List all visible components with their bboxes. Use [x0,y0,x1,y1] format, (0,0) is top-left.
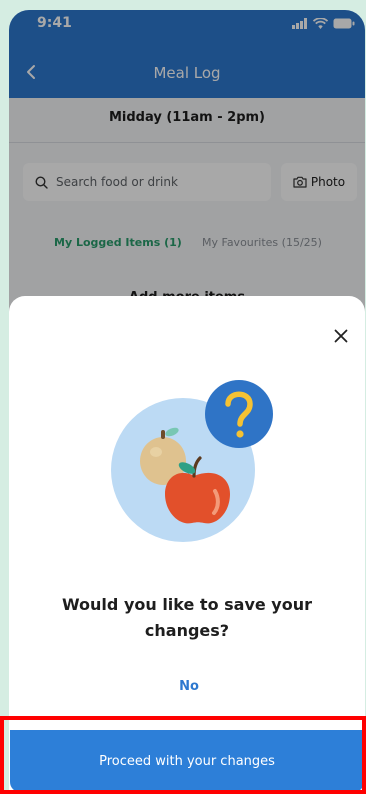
proceed-button[interactable]: Proceed with your changes [10,730,364,792]
phone-screen: 9:41 Meal Log Midday (11am - 2pm) Search… [9,10,365,794]
save-changes-question: Would you like to save your changes? [61,595,313,640]
proceed-button-label: Proceed with your changes [99,753,275,769]
save-changes-sheet: Would you like to save your changes? No … [9,296,365,794]
no-button[interactable]: No [159,674,219,700]
question-mark-icon [205,380,273,448]
fruit-question-illustration [111,380,273,542]
close-button[interactable] [331,326,351,346]
close-icon [334,329,348,343]
